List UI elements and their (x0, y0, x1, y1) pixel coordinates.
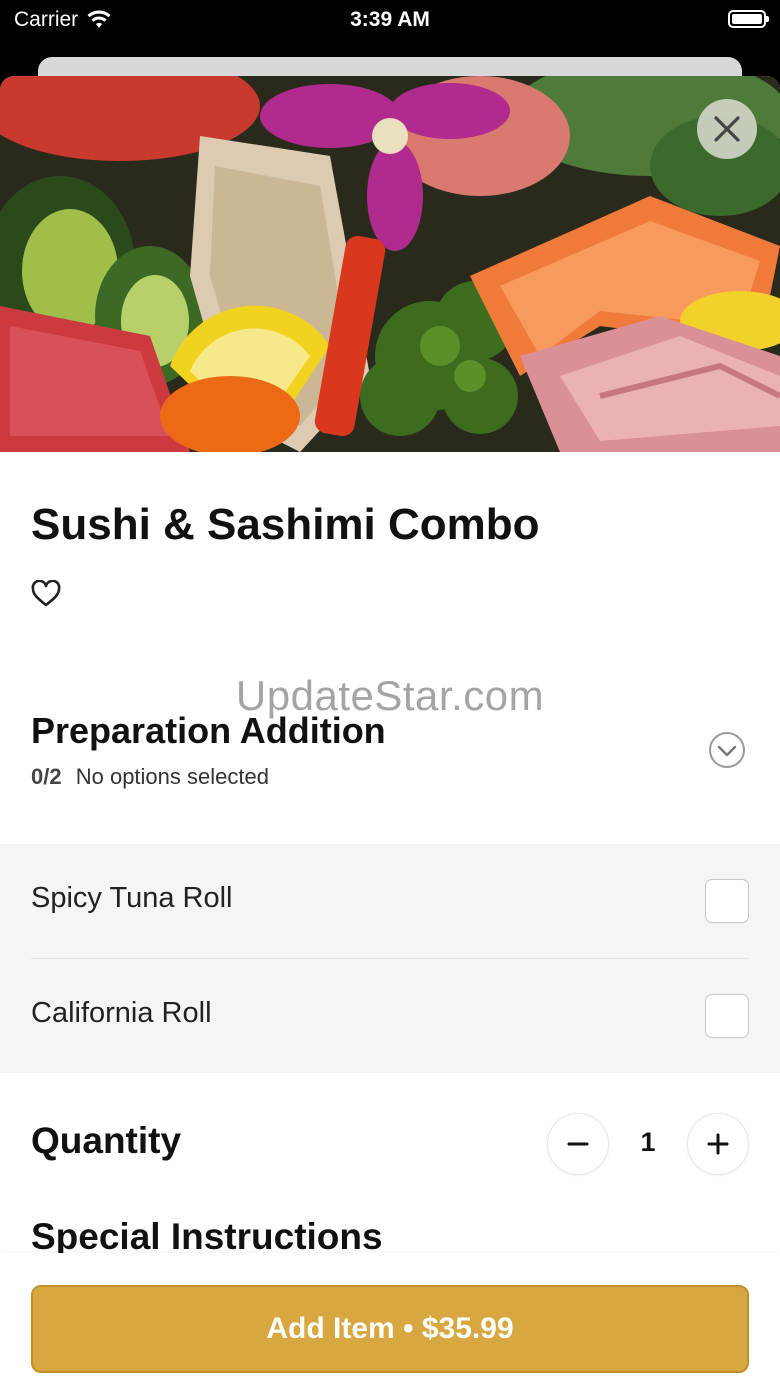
option-label: Spicy Tuna Roll (31, 882, 233, 914)
sushi-platter-illustration (0, 76, 780, 452)
selection-count: 0/2 (31, 764, 62, 789)
item-title: Sushi & Sashimi Combo (31, 500, 540, 549)
close-icon (714, 116, 740, 142)
option-row-spicy-tuna-roll[interactable]: Spicy Tuna Roll (0, 844, 780, 959)
increase-quantity-button[interactable] (687, 1113, 749, 1175)
preparation-title: Preparation Addition (31, 710, 386, 751)
heart-icon[interactable] (31, 580, 61, 608)
quantity-label: Quantity (31, 1120, 182, 1161)
item-detail-sheet: Sushi & Sashimi Combo UpdateStar.com Pre… (0, 76, 780, 1387)
minus-icon (567, 1142, 589, 1146)
status-bar: Carrier 3:39 AM (0, 0, 780, 44)
option-checkbox[interactable] (705, 994, 749, 1038)
battery-icon (728, 10, 769, 28)
status-time: 3:39 AM (350, 8, 430, 31)
option-checkbox[interactable] (705, 879, 749, 923)
option-row-california-roll[interactable]: California Roll (0, 959, 780, 1073)
plus-icon (707, 1133, 729, 1155)
options-list: Spicy Tuna Roll California Roll (0, 844, 780, 1073)
item-image (0, 76, 780, 452)
footer: Add Item • $35.99 (0, 1253, 780, 1387)
selection-status: No options selected (75, 764, 269, 789)
option-label: California Roll (31, 997, 212, 1029)
decrease-quantity-button[interactable] (547, 1113, 609, 1175)
special-instructions-title: Special Instructions (31, 1216, 383, 1257)
add-item-button[interactable]: Add Item • $35.99 (31, 1285, 749, 1373)
quantity-value: 1 (640, 1127, 656, 1157)
preparation-status: 0/2 No options selected (31, 764, 269, 790)
close-button[interactable] (697, 99, 757, 159)
chevron-down-icon[interactable] (708, 731, 746, 769)
